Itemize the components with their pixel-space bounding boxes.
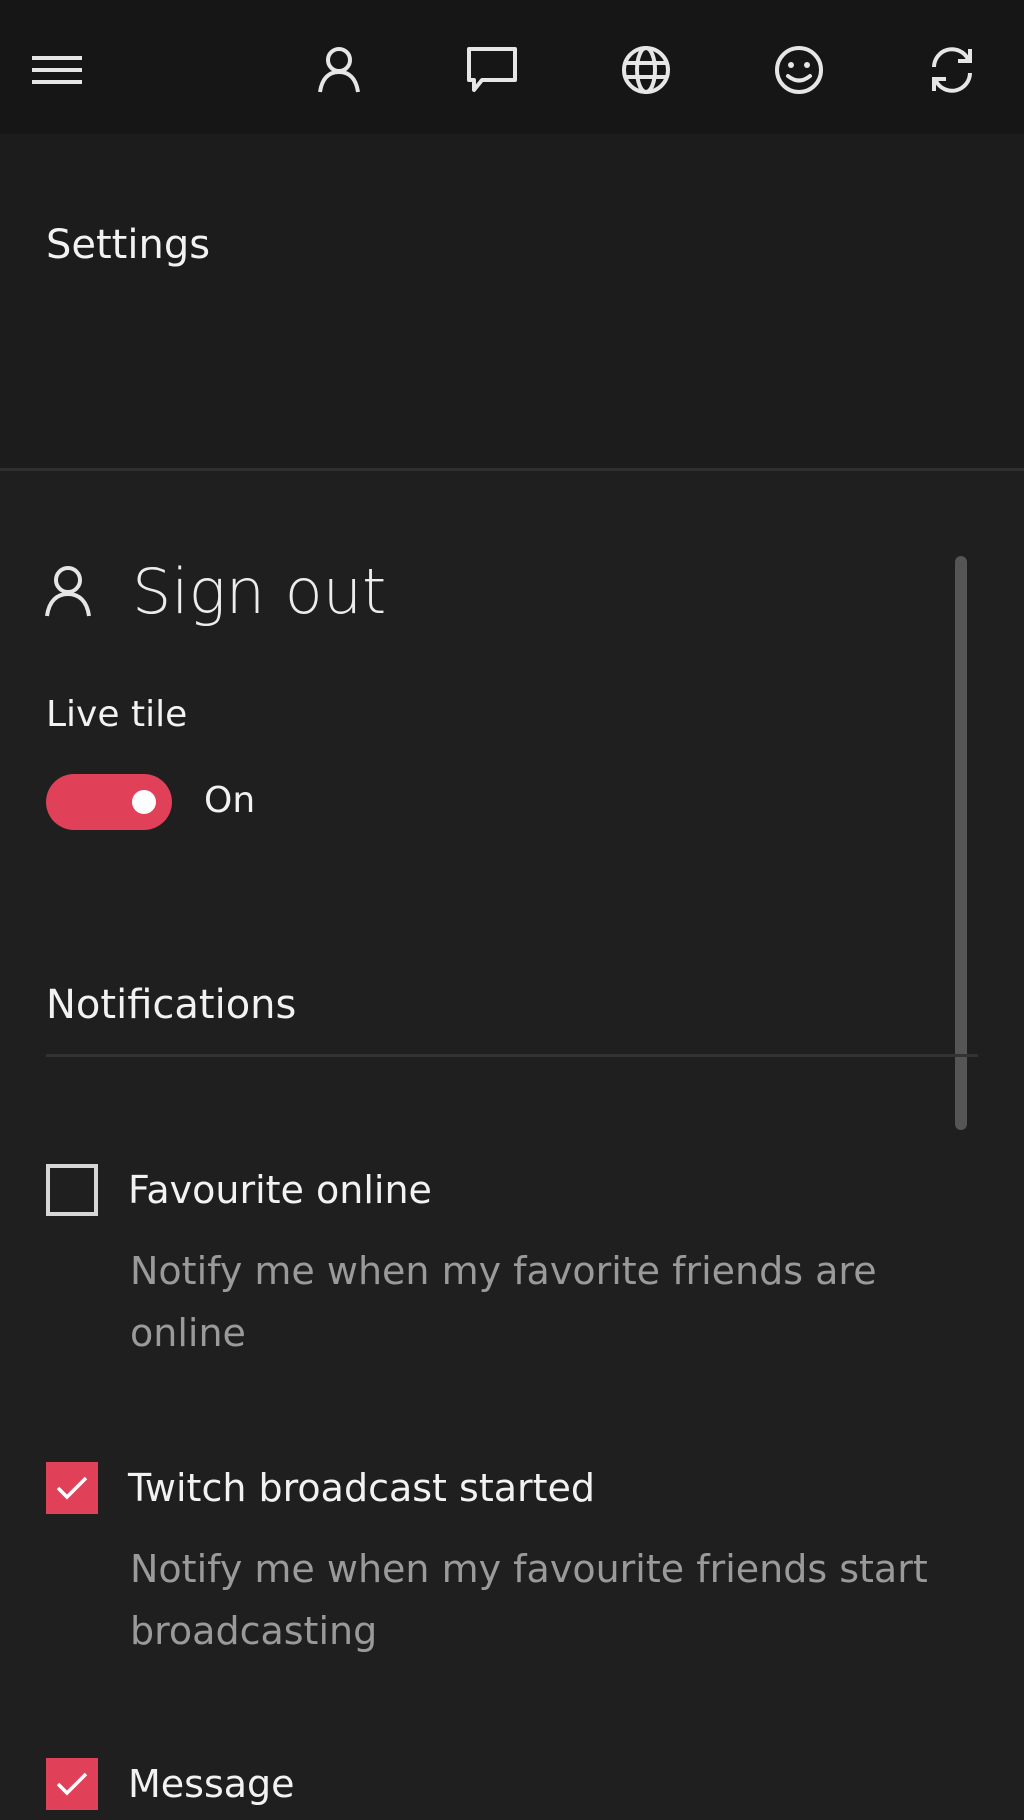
- hamburger-menu-icon: [32, 56, 82, 84]
- page-header: [0, 134, 1024, 468]
- browse-button[interactable]: [606, 30, 686, 110]
- notification-label: Message: [128, 1762, 295, 1806]
- notification-item-message: Message: [46, 1754, 976, 1814]
- scrollbar[interactable]: [955, 556, 967, 1130]
- checkmark-icon: [56, 1772, 88, 1796]
- notification-label: Twitch broadcast started: [128, 1466, 596, 1510]
- sign-out-label: Sign out: [132, 554, 387, 628]
- live-tile-state: On: [204, 780, 256, 821]
- sign-out-button[interactable]: Sign out: [44, 554, 387, 628]
- page-title: Settings: [46, 222, 211, 268]
- notification-label: Favourite online: [128, 1168, 432, 1212]
- notification-item-favourite-online: Favourite online Notify me when my favor…: [46, 1160, 976, 1364]
- smiley-icon: [775, 46, 823, 94]
- settings-app: Settings Sign out Live tile On Notificat…: [0, 0, 1024, 1820]
- person-icon: [45, 566, 91, 617]
- live-tile-toggle[interactable]: [46, 774, 172, 830]
- notification-item-twitch-broadcast: Twitch broadcast started Notify me when …: [46, 1458, 976, 1662]
- section-divider: [46, 1054, 978, 1057]
- hamburger-menu-button[interactable]: [17, 30, 97, 110]
- header-divider: [0, 468, 1024, 471]
- chat-icon: [467, 47, 517, 92]
- message-checkbox[interactable]: [46, 1758, 98, 1810]
- globe-icon: [622, 46, 670, 94]
- live-tile-label: Live tile: [46, 694, 188, 735]
- notification-description: Notify me when my favorite friends are o…: [130, 1249, 877, 1355]
- checkmark-icon: [56, 1476, 88, 1500]
- emoji-button[interactable]: [759, 30, 839, 110]
- notification-description: Notify me when my favourite friends star…: [130, 1547, 928, 1653]
- refresh-button[interactable]: [912, 30, 992, 110]
- twitch-broadcast-checkbox[interactable]: [46, 1462, 98, 1514]
- person-icon: [318, 47, 360, 93]
- profile-button[interactable]: [299, 30, 379, 110]
- messages-button[interactable]: [452, 30, 532, 110]
- notifications-section-title: Notifications: [46, 982, 297, 1028]
- top-navigation-bar: [0, 0, 1024, 134]
- toggle-knob: [132, 790, 156, 814]
- sync-icon: [932, 47, 972, 93]
- favourite-online-checkbox[interactable]: [46, 1164, 98, 1216]
